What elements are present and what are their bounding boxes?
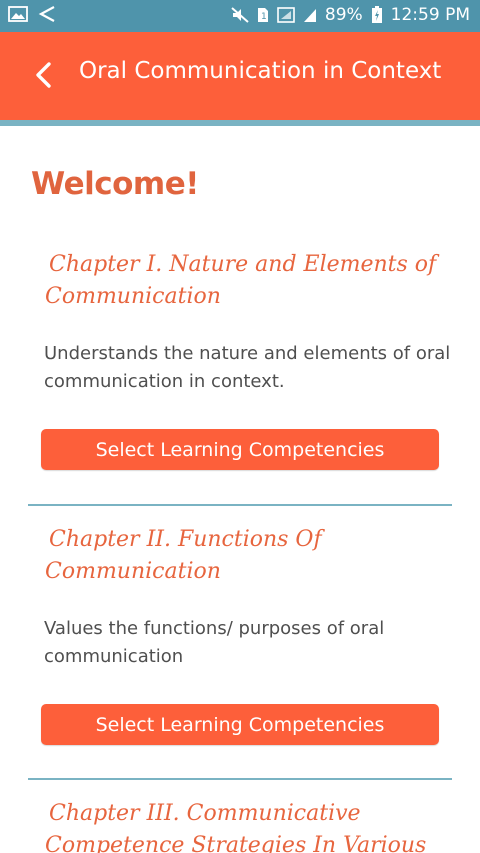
select-learning-competencies-button[interactable]: Select Learning Competencies xyxy=(41,429,439,470)
divider xyxy=(28,778,452,780)
sim-icon: 1 xyxy=(257,7,269,23)
mute-icon xyxy=(231,7,249,23)
chapter-title: Chapter III. Communicative Competence St… xyxy=(45,801,427,853)
chapter-title: Chapter I. Nature and Elements of Commun… xyxy=(45,252,437,309)
status-bar: 1 89% 12:59 PM xyxy=(0,0,480,32)
scroll-content[interactable]: Welcome! Chapter I. Nature and Elements … xyxy=(0,126,480,853)
battery-percent: 89% xyxy=(324,5,363,25)
chapter-title: Chapter II. Functions Of Communication xyxy=(45,527,322,584)
divider xyxy=(28,504,452,506)
svg-text:1: 1 xyxy=(261,12,267,22)
signal-icon xyxy=(303,7,317,23)
battery-charging-icon xyxy=(371,6,383,24)
welcome-heading: Welcome! xyxy=(31,166,199,202)
gallery-icon xyxy=(8,6,28,22)
select-learning-competencies-button[interactable]: Select Learning Competencies xyxy=(41,704,439,745)
chapter-description: Understands the nature and elements of o… xyxy=(44,343,451,392)
chevron-left-icon xyxy=(32,61,54,94)
page-title: Oral Communication in Context xyxy=(79,58,442,84)
clock: 12:59 PM xyxy=(390,5,470,25)
signal-box-icon xyxy=(277,7,295,23)
chapter-description: Values the functions/ purposes of oral c… xyxy=(44,618,385,667)
back-button[interactable] xyxy=(26,60,60,94)
back-arrow-icon xyxy=(38,6,56,22)
